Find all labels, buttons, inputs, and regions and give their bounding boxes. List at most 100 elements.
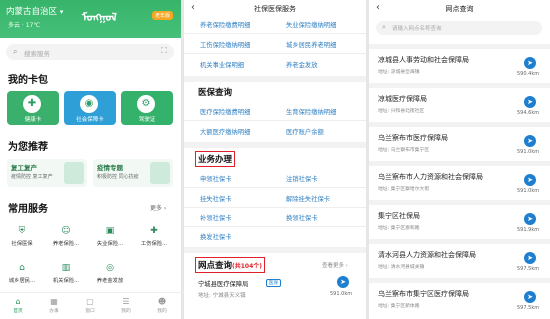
outlet-address: 地址: 集宁区新体路 — [378, 304, 420, 309]
outlet-name: 乌兰察布市集宁区医疗保障局 — [378, 290, 469, 298]
tab-label: 办事 — [49, 309, 59, 314]
tab-home[interactable]: ⌂ 首页 — [0, 296, 36, 314]
more-link[interactable]: 更多 › — [150, 203, 166, 212]
region-label: 内蒙古自治区 — [6, 7, 58, 17]
search-icon: ⌕ — [13, 47, 18, 56]
link-institution-detail[interactable]: 机关事业保明细 — [200, 60, 244, 69]
link-cancel-card[interactable]: 注销社保卡 — [286, 174, 317, 183]
service-pension[interactable]: ☺ 养老保险... — [46, 225, 86, 247]
medical-kit-icon: ✚ — [150, 226, 158, 236]
tab-services[interactable]: ▦ 办事 — [36, 296, 72, 314]
link-resident-pension-detail[interactable]: 城乡居民养老明细 — [286, 40, 336, 49]
link-pension-payment[interactable]: 养老金发放 — [286, 60, 317, 69]
link-unemployment-detail[interactable]: 失业保险缴纳明细 — [286, 20, 336, 29]
weather-label: 多云 · 17℃ — [8, 22, 41, 29]
illustration-image — [150, 162, 170, 184]
page-title: 社保医保服务 — [254, 5, 296, 13]
tab-window[interactable]: ▢ 窗口 — [72, 296, 108, 314]
service-injury[interactable]: ✚ 工伤保险... — [134, 225, 174, 247]
outlet-list-item[interactable]: 凉城县人事劳动和社会保障局 地址: 凉城县岱海镇 ➤ 590.4km — [369, 44, 550, 83]
chevron-down-icon: ▾ — [59, 8, 64, 16]
outlet-list-item[interactable]: 凉城医疗保障局 地址: 兴和县北街社区 ➤ 594.6km — [369, 83, 550, 122]
outlet-distance: 591.0km — [330, 291, 353, 297]
outlet-list-item[interactable]: 乌兰察布市人力资源和社会保障局 地址: 集宁区察哈尔大街 ➤ 591.0km — [369, 161, 550, 200]
divider — [184, 207, 366, 208]
link-apply-card[interactable]: 申领社保卡 — [200, 174, 231, 183]
outlet-address: 地址: 乌兰察布市集宁区 — [378, 148, 430, 153]
search-input[interactable]: ⌕ 搜索服务 ⛶ — [6, 44, 174, 60]
recommend-title-text: 复工复产 — [11, 164, 37, 172]
navigate-icon[interactable]: ➤ — [524, 135, 536, 147]
service-institution[interactable]: ▥ 机关保险... — [46, 262, 86, 284]
view-more-link[interactable]: 查看更多 › — [322, 261, 348, 269]
navigate-icon[interactable]: ➤ — [524, 252, 536, 264]
tab-mine-a[interactable]: ☰ 我的 — [108, 296, 144, 314]
service-resident[interactable]: ⌂ 城乡居民... — [2, 262, 42, 284]
link-reissue-card[interactable]: 补领社保卡 — [200, 213, 231, 222]
service-label: 失业保险... — [96, 241, 124, 247]
link-pension-detail[interactable]: 养老保险缴费明细 — [200, 20, 250, 29]
navigate-icon[interactable]: ➤ — [524, 96, 536, 108]
navigate-icon[interactable]: ➤ — [524, 213, 536, 225]
outlet-search-input[interactable]: ⌕ 请输入网点名称查询 — [376, 21, 542, 35]
section-gap — [184, 142, 366, 148]
service-label: 社保医保 — [11, 241, 33, 247]
service-unemployment[interactable]: ▣ 失业保险... — [90, 225, 130, 247]
service-label: 养老保险... — [52, 241, 80, 247]
recommend-card-resume-work[interactable]: 复工复产 疫情防控 复工复产 — [7, 159, 87, 187]
link-report-loss[interactable]: 挂失社保卡 — [200, 194, 231, 203]
recommend-card-epidemic[interactable]: 疫情专题 积极防控 同心抗疫 — [93, 159, 173, 187]
link-unfreeze-card[interactable]: 解除挂失社保卡 — [286, 194, 330, 203]
link-maternity-detail[interactable]: 生育保险缴纳明细 — [286, 107, 336, 116]
illustration-image — [64, 162, 84, 184]
card-health[interactable]: ✚ 健康卡 — [7, 91, 59, 125]
link-injury-detail[interactable]: 工伤保险缴纳明细 — [200, 40, 250, 49]
outlet-list-item[interactable]: 清水河县人力资源和社会保障局 地址: 清水河县城关镇 ➤ 597.5km — [369, 239, 550, 278]
service-label: 工伤保险... — [140, 241, 168, 247]
link-medical-detail[interactable]: 医疗保险缴费明细 — [200, 107, 250, 116]
user-icon: ☻ — [157, 297, 167, 306]
person-icon: ☺ — [61, 226, 71, 236]
outlet-name: 乌兰察布市医疗保障局 — [378, 134, 448, 142]
tab-mine[interactable]: ☻ 我的 — [144, 296, 180, 314]
link-renew-card[interactable]: 换发社保卡 — [200, 232, 231, 241]
divider — [184, 226, 366, 227]
scan-icon[interactable]: ⛶ — [161, 46, 167, 56]
divider — [184, 33, 366, 34]
card-social-security[interactable]: ◉ 社会保障卡 — [64, 91, 116, 125]
service-social-medical[interactable]: ⛨ 社保医保 — [2, 225, 42, 247]
tab-label: 首页 — [13, 309, 23, 314]
link-large-medical-detail[interactable]: 大额医疗缴纳明细 — [200, 127, 250, 136]
outlet-address: 地址: 凉城县岱海镇 — [378, 70, 420, 75]
navigate-icon[interactable]: ➤ — [337, 276, 349, 288]
navigate-icon[interactable]: ➤ — [524, 174, 536, 186]
navigate-icon[interactable]: ➤ — [524, 291, 536, 303]
outlet-distance: 597.5km — [517, 266, 540, 272]
service-pension-payment[interactable]: ◎ 养老金发放 — [90, 262, 130, 284]
home-screen: 内蒙古自治区 ▾ 多云 · 17℃ ᠮᠣᠩᠭᠣᠯ 老年版 ⌕ 搜索服务 ⛶ 我的… — [0, 0, 181, 319]
outlet-count: (共104个) — [232, 263, 263, 270]
outlet-list-item[interactable]: 集宁区社保局 地址: 集宁区恩和路 ➤ 591.9km — [369, 200, 550, 239]
outlet-list-item[interactable]: 乌兰察布市集宁区医疗保障局 地址: 集宁区新体路 ➤ 597.5km — [369, 278, 550, 317]
outlet-list-item[interactable]: 乌兰察布市医疗保障局 地址: 乌兰察布市集宁区 ➤ 591.0km — [369, 122, 550, 161]
outlet-address: 地址: 集宁区恩和路 — [378, 226, 420, 231]
link-replace-card[interactable]: 换领社保卡 — [286, 213, 317, 222]
outlet-distance: 594.6km — [517, 110, 540, 116]
outlet-name: 集宁区社保局 — [378, 212, 420, 220]
card-label: 驾驶证 — [138, 117, 156, 123]
recommend-title-text: 疫情专题 — [97, 164, 123, 172]
card-driver-license[interactable]: ⚙ 驾驶证 — [121, 91, 173, 125]
section-gap — [184, 76, 366, 82]
link-medical-balance[interactable]: 医疗账户余额 — [286, 127, 324, 136]
mongolian-title: ᠮᠣᠩᠭᠣᠯ — [82, 11, 117, 24]
outlet-name: 凉城医疗保障局 — [378, 95, 427, 103]
service-label: 城乡居民... — [8, 278, 36, 284]
outlet-name[interactable]: 宁城县医疗保障局 — [198, 279, 248, 288]
elderly-mode-badge[interactable]: 老年版 — [152, 11, 174, 20]
navigate-icon[interactable]: ➤ — [524, 57, 536, 69]
outlet-address: 地址: 清水河县城关镇 — [378, 265, 425, 270]
region-selector[interactable]: 内蒙古自治区 ▾ — [6, 5, 63, 17]
outlet-distance: 591.0km — [517, 188, 540, 194]
recommend-subtitle: 积极防控 同心抗疫 — [97, 174, 139, 180]
page-header: ‹ 社保医保服务 — [184, 0, 366, 18]
